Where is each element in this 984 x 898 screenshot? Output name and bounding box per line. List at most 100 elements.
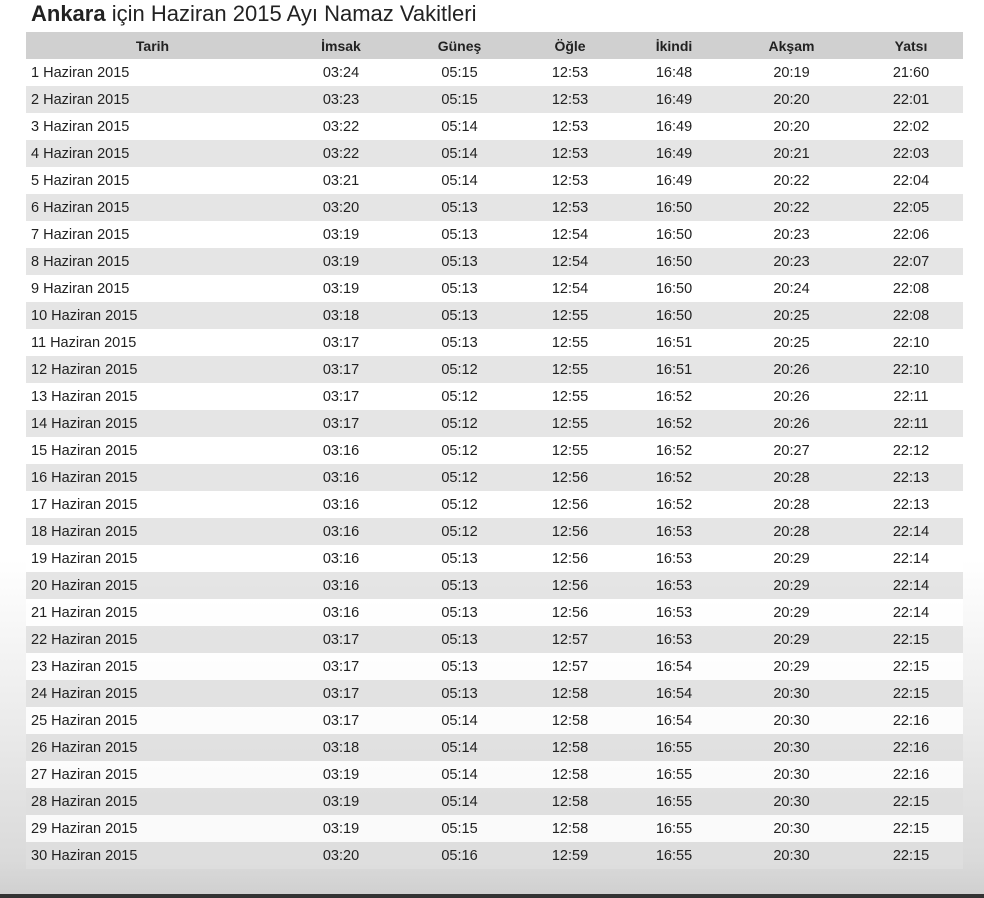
cell-gunes: 05:14: [403, 788, 516, 815]
cell-imsak: 03:22: [279, 113, 403, 140]
cell-yatsi: 22:07: [859, 248, 963, 275]
cell-ikindi: 16:55: [624, 815, 724, 842]
cell-date: 19 Haziran 2015: [26, 545, 279, 572]
cell-gunes: 05:13: [403, 545, 516, 572]
cell-ogle: 12:58: [516, 707, 624, 734]
cell-gunes: 05:13: [403, 248, 516, 275]
cell-imsak: 03:19: [279, 275, 403, 302]
table-row: 30 Haziran 2015 03:20 05:16 12:59 16:55 20:30…: [26, 842, 963, 869]
cell-date: 13 Haziran 2015: [26, 383, 279, 410]
cell-date: 23 Haziran 2015: [26, 653, 279, 680]
cell-imsak: 03:16: [279, 491, 403, 518]
cell-ikindi: 16:55: [624, 734, 724, 761]
cell-aksam: 20:30: [724, 707, 859, 734]
cell-imsak: 03:23: [279, 86, 403, 113]
cell-ogle: 12:53: [516, 113, 624, 140]
cell-date: 9 Haziran 2015: [26, 275, 279, 302]
cell-ogle: 12:56: [516, 545, 624, 572]
cell-imsak: 03:17: [279, 626, 403, 653]
page-title-text: için Haziran 2015 Ayı Namaz Vakitleri: [105, 1, 477, 26]
cell-aksam: 20:21: [724, 140, 859, 167]
cell-aksam: 20:23: [724, 221, 859, 248]
cell-date: 6 Haziran 2015: [26, 194, 279, 221]
cell-gunes: 05:13: [403, 626, 516, 653]
cell-imsak: 03:18: [279, 302, 403, 329]
table-row: 27 Haziran 2015 03:19 05:14 12:58 16:55 20:30…: [26, 761, 963, 788]
cell-gunes: 05:13: [403, 653, 516, 680]
cell-yatsi: 22:14: [859, 599, 963, 626]
cell-imsak: 03:17: [279, 356, 403, 383]
cell-ogle: 12:53: [516, 194, 624, 221]
cell-date: 2 Haziran 2015: [26, 86, 279, 113]
table-body: 1 Haziran 2015 03:24 05:15 12:53 16:48 20:19 2…: [26, 59, 963, 869]
cell-ikindi: 16:52: [624, 464, 724, 491]
cell-aksam: 20:30: [724, 815, 859, 842]
cell-aksam: 20:30: [724, 842, 859, 869]
cell-gunes: 05:12: [403, 437, 516, 464]
cell-date: 27 Haziran 2015: [26, 761, 279, 788]
column-header-gunes: Güneş: [403, 32, 516, 59]
table-row: 3 Haziran 2015 03:22 05:14 12:53 16:49 20:20 2…: [26, 113, 963, 140]
cell-imsak: 03:16: [279, 599, 403, 626]
cell-aksam: 20:30: [724, 734, 859, 761]
cell-aksam: 20:23: [724, 248, 859, 275]
cell-imsak: 03:20: [279, 842, 403, 869]
table-row: 8 Haziran 2015 03:19 05:13 12:54 16:50 20:23 2…: [26, 248, 963, 275]
cell-imsak: 03:16: [279, 572, 403, 599]
cell-yatsi: 22:16: [859, 761, 963, 788]
cell-imsak: 03:17: [279, 707, 403, 734]
cell-date: 8 Haziran 2015: [26, 248, 279, 275]
cell-aksam: 20:25: [724, 329, 859, 356]
cell-ogle: 12:58: [516, 680, 624, 707]
cell-date: 22 Haziran 2015: [26, 626, 279, 653]
cell-ogle: 12:57: [516, 626, 624, 653]
cell-imsak: 03:17: [279, 410, 403, 437]
cell-ogle: 12:59: [516, 842, 624, 869]
cell-gunes: 05:12: [403, 491, 516, 518]
cell-imsak: 03:16: [279, 545, 403, 572]
cell-yatsi: 22:13: [859, 491, 963, 518]
bottom-divider: [0, 894, 984, 898]
cell-gunes: 05:12: [403, 383, 516, 410]
cell-ikindi: 16:50: [624, 194, 724, 221]
table-row: 15 Haziran 2015 03:16 05:12 12:55 16:52 20:27…: [26, 437, 963, 464]
cell-aksam: 20:28: [724, 464, 859, 491]
cell-gunes: 05:15: [403, 86, 516, 113]
cell-aksam: 20:27: [724, 437, 859, 464]
cell-gunes: 05:13: [403, 221, 516, 248]
cell-ogle: 12:54: [516, 221, 624, 248]
table-row: 9 Haziran 2015 03:19 05:13 12:54 16:50 20:24 2…: [26, 275, 963, 302]
cell-ogle: 12:56: [516, 464, 624, 491]
table-row: 23 Haziran 2015 03:17 05:13 12:57 16:54 20:29…: [26, 653, 963, 680]
cell-gunes: 05:12: [403, 518, 516, 545]
cell-gunes: 05:14: [403, 734, 516, 761]
cell-gunes: 05:14: [403, 761, 516, 788]
cell-yatsi: 21:60: [859, 59, 963, 86]
cell-date: 10 Haziran 2015: [26, 302, 279, 329]
column-header-yatsi: Yatsı: [859, 32, 963, 59]
cell-aksam: 20:20: [724, 113, 859, 140]
cell-ogle: 12:55: [516, 329, 624, 356]
cell-yatsi: 22:15: [859, 680, 963, 707]
table-row: 25 Haziran 2015 03:17 05:14 12:58 16:54 20:30…: [26, 707, 963, 734]
cell-yatsi: 22:04: [859, 167, 963, 194]
table-row: 17 Haziran 2015 03:16 05:12 12:56 16:52 20:28…: [26, 491, 963, 518]
cell-imsak: 03:18: [279, 734, 403, 761]
cell-date: 20 Haziran 2015: [26, 572, 279, 599]
table-row: 26 Haziran 2015 03:18 05:14 12:58 16:55 20:30…: [26, 734, 963, 761]
cell-imsak: 03:16: [279, 518, 403, 545]
cell-ikindi: 16:50: [624, 248, 724, 275]
cell-ogle: 12:56: [516, 572, 624, 599]
cell-aksam: 20:29: [724, 653, 859, 680]
cell-imsak: 03:19: [279, 815, 403, 842]
column-header-imsak: İmsak: [279, 32, 403, 59]
cell-gunes: 05:13: [403, 599, 516, 626]
cell-aksam: 20:26: [724, 383, 859, 410]
cell-yatsi: 22:15: [859, 842, 963, 869]
cell-ogle: 12:56: [516, 491, 624, 518]
cell-imsak: 03:17: [279, 680, 403, 707]
cell-yatsi: 22:11: [859, 410, 963, 437]
cell-yatsi: 22:01: [859, 86, 963, 113]
cell-yatsi: 22:06: [859, 221, 963, 248]
cell-ikindi: 16:52: [624, 491, 724, 518]
